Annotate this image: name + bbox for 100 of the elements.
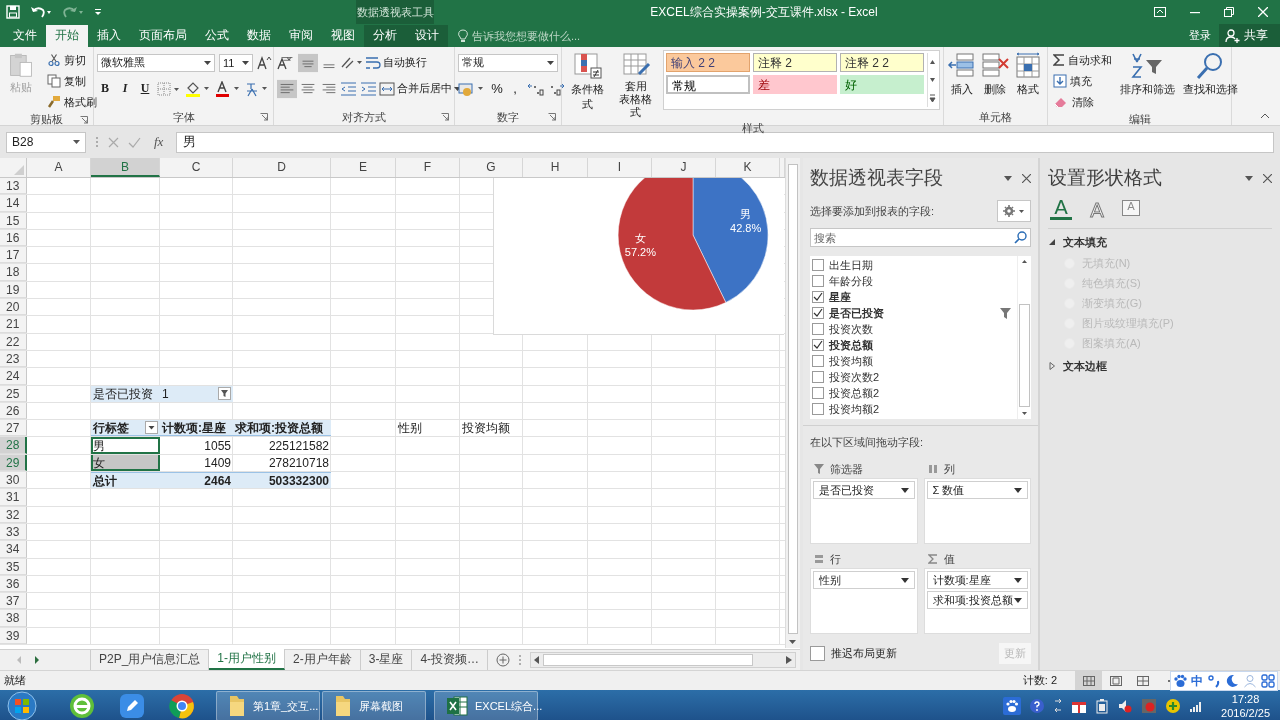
- table-cell[interactable]: 求和项:投资总额: [233, 420, 331, 437]
- row-header[interactable]: 13: [0, 178, 27, 195]
- checkbox[interactable]: [812, 355, 824, 367]
- column-header[interactable]: H: [523, 158, 588, 177]
- drop-area[interactable]: Σ 数值: [923, 478, 1031, 544]
- ribbon-tab[interactable]: 设计: [406, 25, 448, 47]
- ribbon-tab[interactable]: 数据: [238, 25, 280, 47]
- row-header[interactable]: 30: [0, 472, 27, 489]
- column-header[interactable]: J: [652, 158, 716, 177]
- checkbox-label[interactable]: 推迟布局更新: [831, 645, 897, 661]
- area-field[interactable]: 是否已投资: [813, 481, 915, 499]
- pie-slice[interactable]: [692, 178, 769, 303]
- ribbon-tab[interactable]: 开始: [46, 25, 88, 47]
- pie-slice[interactable]: [617, 178, 727, 311]
- browser-icon[interactable]: [67, 691, 97, 720]
- area-field[interactable]: 性别: [813, 571, 915, 589]
- area-field[interactable]: 计数项:星座: [926, 571, 1028, 589]
- close-icon[interactable]: [1022, 173, 1031, 183]
- font-color-icon[interactable]: [215, 80, 241, 97]
- number-style-button[interactable]: %: [490, 81, 504, 96]
- checkbox[interactable]: [812, 259, 824, 271]
- column-header[interactable]: B: [91, 158, 160, 177]
- ribbon-command[interactable]: 剪切: [45, 50, 99, 70]
- format-category-tab[interactable]: A: [1086, 200, 1108, 220]
- moon-icon[interactable]: [1225, 674, 1239, 688]
- drop-area[interactable]: 计数项:星座 求和项:投资总额: [923, 568, 1031, 634]
- sync-icon[interactable]: [1053, 698, 1064, 714]
- checkbox[interactable]: [812, 387, 824, 399]
- scroll-left-icon[interactable]: [534, 656, 541, 664]
- format-category-tab[interactable]: A: [1050, 197, 1072, 220]
- grow-font-icon[interactable]: [257, 55, 273, 70]
- settings-button[interactable]: [997, 200, 1031, 222]
- ribbon-tab[interactable]: 插入: [88, 25, 130, 47]
- close-icon[interactable]: [1263, 173, 1272, 183]
- ribbon-command[interactable]: 复制: [45, 71, 99, 91]
- row-header[interactable]: 37: [0, 593, 27, 610]
- cells-command-button[interactable]: 插入: [947, 50, 977, 99]
- name-box[interactable]: B28: [6, 131, 86, 153]
- filter-button[interactable]: [218, 387, 231, 401]
- next-sheet-icon[interactable]: [32, 655, 42, 665]
- phonetic-icon[interactable]: [245, 80, 269, 97]
- column-header[interactable]: I: [588, 158, 652, 177]
- row-header[interactable]: 38: [0, 610, 27, 627]
- search-icon[interactable]: [1014, 231, 1027, 244]
- punctuation-icon[interactable]: [1207, 674, 1221, 688]
- number-format-field[interactable]: 常规: [458, 53, 558, 72]
- dropdown-button[interactable]: [145, 421, 158, 435]
- ribbon-command[interactable]: 格式刷: [45, 92, 99, 112]
- dialog-launcher-icon[interactable]: [80, 116, 88, 124]
- row-header[interactable]: 20: [0, 299, 27, 316]
- section-header[interactable]: 文本边框: [1048, 355, 1272, 377]
- table-cell[interactable]: 503332300: [233, 472, 331, 489]
- input-mode-toggle[interactable]: 中: [1191, 672, 1203, 690]
- taskbar-window-button[interactable]: 屏幕截图: [322, 691, 426, 720]
- format-button[interactable]: U: [137, 79, 153, 98]
- format-button[interactable]: B: [97, 79, 113, 98]
- drag-handle-icon[interactable]: [95, 136, 99, 148]
- font-size-field[interactable]: 11: [219, 53, 253, 72]
- wrap-text-button[interactable]: 自动换行: [365, 52, 427, 73]
- horizontal-align-icon[interactable]: [277, 78, 297, 99]
- field-name[interactable]: 投资总额2: [829, 385, 880, 401]
- checkbox[interactable]: [812, 339, 824, 351]
- sign-in-link[interactable]: 登录: [1181, 28, 1219, 43]
- checkbox[interactable]: [812, 371, 824, 383]
- restore-icon[interactable]: [1224, 7, 1234, 17]
- table-cell[interactable]: 行标签: [91, 420, 160, 437]
- editing-big-button[interactable]: 查找和选择: [1180, 50, 1240, 99]
- table-cell[interactable]: 计数项:星座: [160, 420, 233, 437]
- panel-options-caret-icon[interactable]: [1004, 175, 1012, 181]
- number-style-button[interactable]: ,: [508, 81, 522, 96]
- editing-command[interactable]: 填充: [1051, 71, 1114, 91]
- cell-style[interactable]: 注释 2 2: [840, 53, 924, 72]
- view-button[interactable]: [1075, 671, 1102, 690]
- currency-icon[interactable]: [458, 80, 486, 97]
- dialog-launcher-icon[interactable]: [441, 113, 449, 121]
- cell-style[interactable]: 输入 2 2: [666, 53, 750, 72]
- drop-area[interactable]: 是否已投资: [810, 478, 918, 544]
- table-cell[interactable]: 2464: [160, 472, 233, 489]
- format-as-table-button[interactable]: 套用 表格格式: [613, 50, 658, 121]
- table-cell[interactable]: 278210718: [233, 454, 331, 472]
- pencil-app-icon[interactable]: [117, 691, 147, 720]
- scroll-right-icon[interactable]: [786, 656, 792, 664]
- row-header[interactable]: 14: [0, 195, 27, 212]
- chart-area[interactable]: 男 42.8% 女 57.2%: [493, 178, 784, 335]
- plus-badge-icon[interactable]: [1165, 698, 1182, 714]
- font-name-field[interactable]: 微软雅黑: [97, 53, 215, 72]
- fill-color-icon[interactable]: [185, 80, 211, 97]
- conditional-format-button[interactable]: 条件格式: [565, 50, 610, 114]
- checkbox[interactable]: [810, 645, 825, 661]
- battery-icon[interactable]: [1095, 698, 1110, 714]
- vertical-scrollbar[interactable]: [785, 158, 800, 648]
- cell-style[interactable]: 差: [753, 75, 837, 94]
- search-field[interactable]: 搜索: [810, 228, 1031, 247]
- field-name[interactable]: 投资均额2: [829, 401, 880, 417]
- field-name[interactable]: 投资总额: [829, 337, 873, 353]
- row-header[interactable]: 34: [0, 541, 27, 558]
- table-cell[interactable]: 投资均额: [460, 420, 523, 437]
- row-header[interactable]: 18: [0, 264, 27, 281]
- field-name[interactable]: 出生日期: [829, 257, 873, 273]
- table-cell[interactable]: 总计: [91, 472, 160, 489]
